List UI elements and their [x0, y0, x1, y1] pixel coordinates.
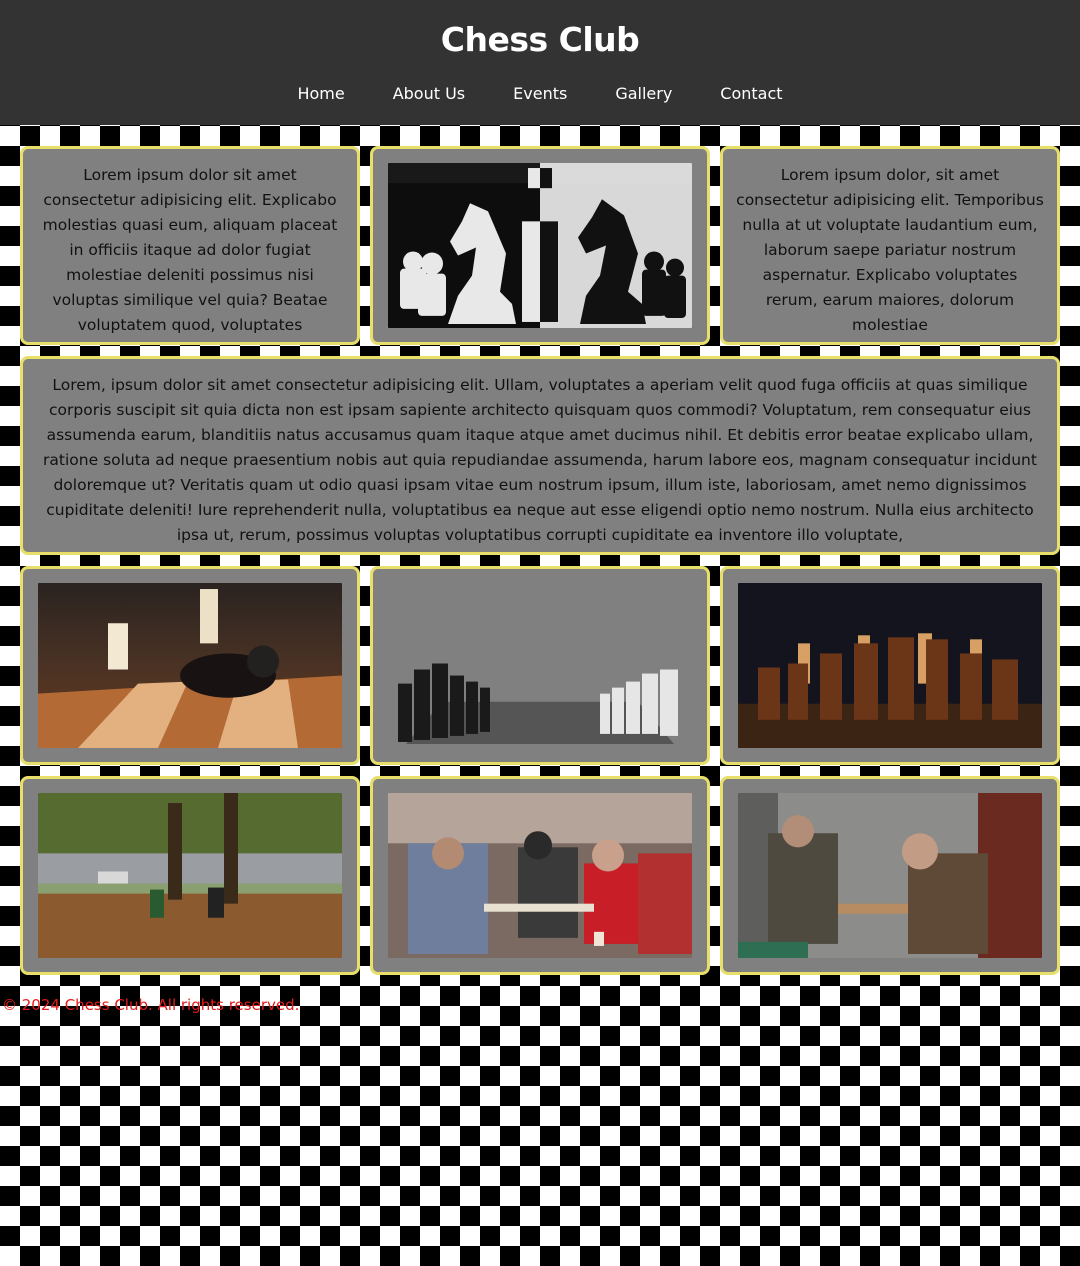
copyright-text: © 2024 Chess Club. All rights reserved.	[2, 996, 300, 1014]
gallery-row-1	[20, 566, 1060, 765]
nav-home[interactable]: Home	[273, 84, 368, 103]
main-nav: Home About Us Events Gallery Contact	[0, 84, 1080, 103]
gallery-card-fallen-king	[20, 566, 360, 765]
about-text-card: Lorem, ipsum dolor sit amet consectetur …	[20, 356, 1060, 555]
fallen-king-photo	[38, 583, 342, 748]
top-row: Lorem ipsum dolor sit amet consectetur a…	[20, 146, 1060, 345]
street-chess-photo	[388, 793, 692, 958]
intro-text-left: Lorem ipsum dolor sit amet consectetur a…	[42, 166, 338, 334]
wooden-chess-set-photo	[738, 583, 1042, 748]
gallery-card-elders	[720, 776, 1060, 975]
black-white-chess-photo	[388, 163, 692, 328]
park-chess-photo	[38, 793, 342, 958]
nav-gallery[interactable]: Gallery	[591, 84, 696, 103]
intro-text-card-left: Lorem ipsum dolor sit amet consectetur a…	[20, 146, 360, 345]
nav-events[interactable]: Events	[489, 84, 591, 103]
gallery-card-park	[20, 776, 360, 975]
nav-contact[interactable]: Contact	[696, 84, 806, 103]
chess-pieces-image-card	[370, 146, 710, 345]
site-footer: © 2024 Chess Club. All rights reserved.	[2, 996, 299, 1014]
gallery-row-2	[20, 776, 1060, 975]
intro-text-card-right: Lorem ipsum dolor, sit amet consectetur …	[720, 146, 1060, 345]
site-title: Chess Club	[440, 20, 640, 59]
gallery-card-board-armies	[370, 566, 710, 765]
gallery-card-wooden-set	[720, 566, 1060, 765]
chess-armies-photo	[388, 583, 692, 748]
gallery-card-street	[370, 776, 710, 975]
nav-about-us[interactable]: About Us	[369, 84, 489, 103]
intro-text-right: Lorem ipsum dolor, sit amet consectetur …	[736, 166, 1044, 334]
elders-playing-photo	[738, 793, 1042, 958]
site-header: Chess Club Home About Us Events Gallery …	[0, 0, 1080, 125]
about-text: Lorem, ipsum dolor sit amet consectetur …	[43, 376, 1037, 544]
